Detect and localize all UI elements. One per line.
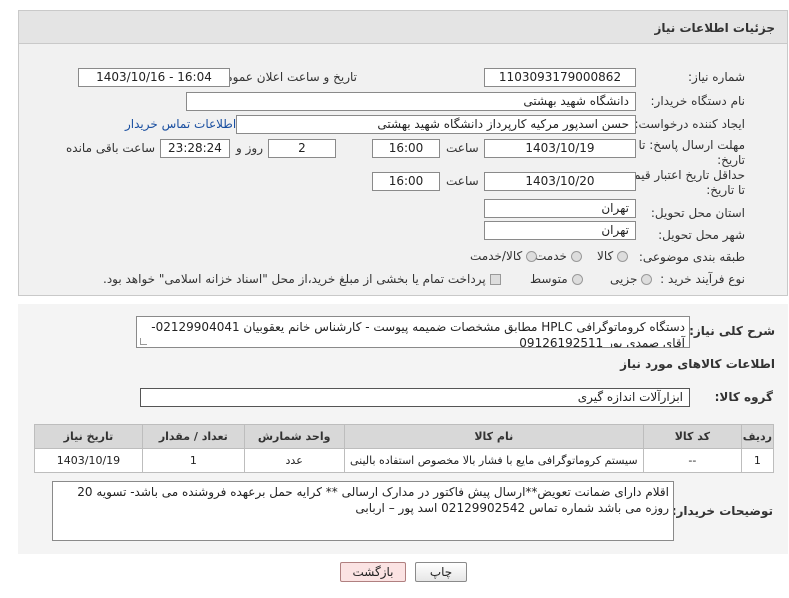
province-field[interactable]: تهران [484,199,636,218]
radio-icon [571,274,583,285]
radio-icon [526,251,538,262]
description-field[interactable]: دستگاه کروماتوگرافی HPLC مطابق مشخصات ضم… [136,316,690,348]
table-header-row: ردیف کد کالا نام کالا واحد شمارش تعداد /… [34,424,775,449]
cell-date: 1403/10/19 [34,448,143,473]
col-unit-header: واحد شمارش [243,424,345,449]
province-label: استان محل تحویل: [650,206,745,220]
col-code-header: کد کالا [642,424,742,449]
table-row: 1 -- سیستم کروماتوگرافی مایع با فشار بال… [34,448,775,473]
back-button[interactable]: بازگشت [340,562,406,582]
city-field[interactable]: تهران [484,221,636,240]
radio-icon [617,251,629,262]
category-option-service[interactable]: خدمت [535,249,582,263]
description-label: شرح کلی نیاز: [689,324,775,338]
days-field[interactable]: 2 [268,139,336,158]
remaining-time-label: ساعت باقی مانده [66,141,156,155]
city-label: شهر محل تحویل: [658,228,745,242]
col-name-header: نام کالا [343,424,644,449]
category-label: طبقه بندی موضوعی: [638,250,745,264]
validity-date-field[interactable]: 1403/10/20 [484,172,636,191]
deadline-time-field[interactable]: 16:00 [372,139,440,158]
page-title: جزئیات اطلاعات نیاز [18,10,788,44]
buyer-org-label: نام دستگاه خریدار: [650,94,746,108]
radio-icon [570,251,582,262]
process-option-minor[interactable]: جزیی [610,272,653,286]
buyer-notes-text: اقلام دارای ضمانت تعویض**ارسال پیش فاکتو… [77,485,669,515]
process-option-medium[interactable]: متوسط [530,272,583,286]
goods-group-field[interactable]: ابزارآلات اندازه گیری [140,388,690,407]
buyer-contact-link[interactable]: اطلاعات تماس خریدار [125,117,236,131]
cell-row: 1 [740,448,775,473]
cell-name: سیستم کروماتوگرافی مایع با فشار بالا مخص… [343,448,644,473]
col-date-header: تاریخ نیاز [34,424,143,449]
radio-icon [641,274,653,285]
buyer-notes-label: توضیحات خریدار: [671,504,773,518]
col-row-header: ردیف [740,424,775,449]
page: جزئیات اطلاعات نیاز شماره نیاز: 11030931… [0,0,789,598]
process-type-label: نوع فرآیند خرید : [660,272,745,286]
days-label: روز و [236,141,263,155]
validity-time-label: ساعت [446,174,479,188]
creator-field[interactable]: حسن اسدپور مرکیه کارپرداز دانشگاه شهید ب… [236,115,636,134]
print-button[interactable]: چاپ [415,562,467,582]
category-option-goods-service[interactable]: کالا/خدمت [470,249,538,263]
deadline-time-label: ساعت [446,141,479,155]
creator-label: ایجاد کننده درخواست: [634,117,745,131]
need-number-field[interactable]: 1103093179000862 [484,68,636,87]
checkbox-icon [489,274,501,285]
validity-time-field[interactable]: 16:00 [372,172,440,191]
goods-table: ردیف کد کالا نام کالا واحد شمارش تعداد /… [34,424,775,473]
resize-handle-icon[interactable] [140,338,147,345]
buyer-notes-field[interactable]: اقلام دارای ضمانت تعویض**ارسال پیش فاکتو… [52,481,674,541]
remaining-time-field[interactable]: 23:28:24 [160,139,230,158]
buyer-org-field[interactable]: دانشگاه شهید بهشتی [186,92,636,111]
deadline-label: مهلت ارسال پاسخ: تا تاریخ: [638,138,745,167]
goods-section-title: اطلاعات کالاهای مورد نیاز [620,357,775,371]
treasury-payment-option[interactable]: پرداخت تمام یا بخشی از مبلغ خرید،از محل … [103,272,501,286]
cell-unit: عدد [243,448,345,473]
need-number-label: شماره نیاز: [688,70,745,84]
cell-qty: 1 [141,448,245,473]
announce-datetime-field[interactable]: 1403/10/16 - 16:04 [78,68,230,87]
cell-code: -- [642,448,742,473]
deadline-date-field[interactable]: 1403/10/19 [484,139,636,158]
description-text: دستگاه کروماتوگرافی HPLC مطابق مشخصات ضم… [151,320,685,348]
category-option-goods[interactable]: کالا [597,249,629,263]
col-qty-header: تعداد / مقدار [141,424,245,449]
announce-datetime-label: تاریخ و ساعت اعلان عمومی: [212,70,357,84]
goods-group-label: گروه کالا: [714,390,773,404]
